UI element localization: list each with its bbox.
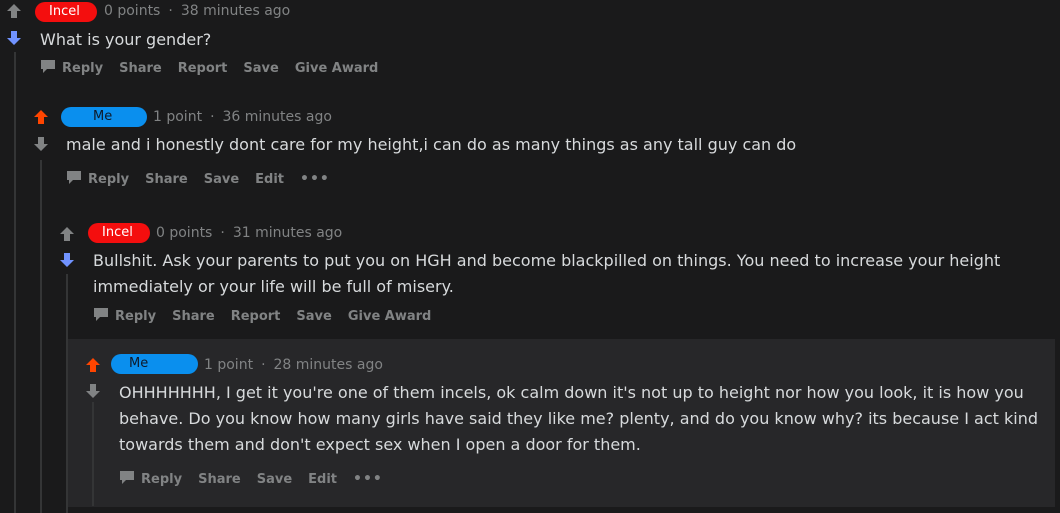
comment-body: male and i honestly dont care for my hei… — [66, 135, 797, 154]
username-link[interactable]: Incel — [88, 223, 150, 243]
comment-actions: Reply Share Save Edit ••• — [119, 469, 399, 489]
edit-button[interactable]: Edit — [255, 172, 284, 187]
timestamp-link[interactable]: 36 minutes ago — [223, 109, 332, 125]
reply-button[interactable]: Reply — [40, 59, 103, 78]
thread-line-level-1[interactable] — [14, 52, 16, 513]
share-button[interactable]: Share — [145, 172, 188, 187]
thread-line-level-3[interactable] — [66, 274, 68, 513]
speech-bubble-icon — [40, 59, 56, 78]
points-count: 0 points — [156, 225, 213, 241]
points-count: 1 point — [153, 109, 203, 125]
upvote-arrow-icon[interactable] — [33, 109, 49, 125]
comment-body-line: behave. Do you know how many girls have … — [119, 409, 1038, 428]
reply-button[interactable]: Reply — [93, 307, 156, 326]
comment-body-line: immediately or your life will be full of… — [93, 277, 454, 296]
meta-separator: · — [168, 3, 173, 19]
points-count: 0 points — [104, 3, 161, 19]
reply-label: Reply — [88, 171, 130, 187]
timestamp-link[interactable]: 31 minutes ago — [233, 225, 342, 241]
points-count: 1 point — [204, 357, 254, 373]
meta-separator: · — [210, 109, 215, 125]
more-options-icon[interactable]: ••• — [353, 471, 383, 487]
report-button[interactable]: Report — [231, 309, 281, 324]
upvote-arrow-icon[interactable] — [6, 3, 22, 19]
reply-button[interactable]: Reply — [66, 170, 129, 189]
timestamp-link[interactable]: 38 minutes ago — [181, 3, 290, 19]
share-button[interactable]: Share — [198, 472, 241, 487]
comment-meta: 0 points · 38 minutes ago — [104, 2, 290, 20]
username-link[interactable]: Me — [111, 354, 198, 374]
give-award-button[interactable]: Give Award — [348, 309, 432, 324]
comment-actions: Reply Share Save Edit ••• — [66, 169, 346, 189]
downvote-arrow-icon[interactable] — [33, 136, 49, 152]
comment-thread: Incel 0 points · 38 minutes ago What is yo… — [0, 0, 1060, 513]
thread-line-level-4[interactable] — [92, 402, 94, 506]
comment-body: Bullshit. Ask your parents to put you on… — [93, 248, 1000, 300]
comment-body: OHHHHHHH, I get it you're one of them in… — [119, 380, 1038, 458]
comment-meta: 1 point · 28 minutes ago — [204, 356, 383, 374]
comment-body-line: towards them and don't expect sex when I… — [119, 435, 641, 454]
share-button[interactable]: Share — [172, 309, 215, 324]
meta-separator: · — [220, 225, 225, 241]
save-button[interactable]: Save — [204, 172, 239, 187]
more-options-icon[interactable]: ••• — [300, 171, 330, 187]
comment-body-line: Bullshit. Ask your parents to put you on… — [93, 251, 1001, 270]
comment-body-line: OHHHHHHH, I get it you're one of them in… — [119, 383, 1024, 402]
comment-actions: Reply Share Report Save Give Award — [93, 306, 447, 326]
reply-label: Reply — [141, 471, 183, 487]
comment-actions: Reply Share Report Save Give Award — [40, 58, 394, 78]
timestamp-link[interactable]: 28 minutes ago — [274, 357, 383, 373]
edit-button[interactable]: Edit — [308, 472, 337, 487]
thread-line-level-2[interactable] — [40, 160, 42, 513]
reply-button[interactable]: Reply — [119, 470, 182, 489]
speech-bubble-icon — [66, 170, 82, 189]
downvote-arrow-icon[interactable] — [6, 30, 22, 46]
upvote-arrow-icon[interactable] — [59, 226, 75, 242]
speech-bubble-icon — [93, 307, 109, 326]
downvote-arrow-icon[interactable] — [59, 252, 75, 268]
save-button[interactable]: Save — [243, 61, 278, 76]
report-button[interactable]: Report — [178, 61, 228, 76]
save-button[interactable]: Save — [257, 472, 292, 487]
comment-body: What is your gender? — [40, 30, 212, 49]
reply-label: Reply — [62, 60, 104, 76]
share-button[interactable]: Share — [119, 61, 162, 76]
comment-meta: 1 point · 36 minutes ago — [153, 108, 332, 126]
speech-bubble-icon — [119, 470, 135, 489]
username-link[interactable]: Me — [61, 107, 147, 127]
upvote-arrow-icon[interactable] — [85, 357, 101, 373]
save-button[interactable]: Save — [296, 309, 331, 324]
username-link[interactable]: Incel — [35, 2, 97, 22]
meta-separator: · — [261, 357, 266, 373]
give-award-button[interactable]: Give Award — [295, 61, 379, 76]
reply-label: Reply — [115, 308, 157, 324]
downvote-arrow-icon[interactable] — [85, 383, 101, 399]
comment-meta: 0 points · 31 minutes ago — [156, 224, 342, 242]
